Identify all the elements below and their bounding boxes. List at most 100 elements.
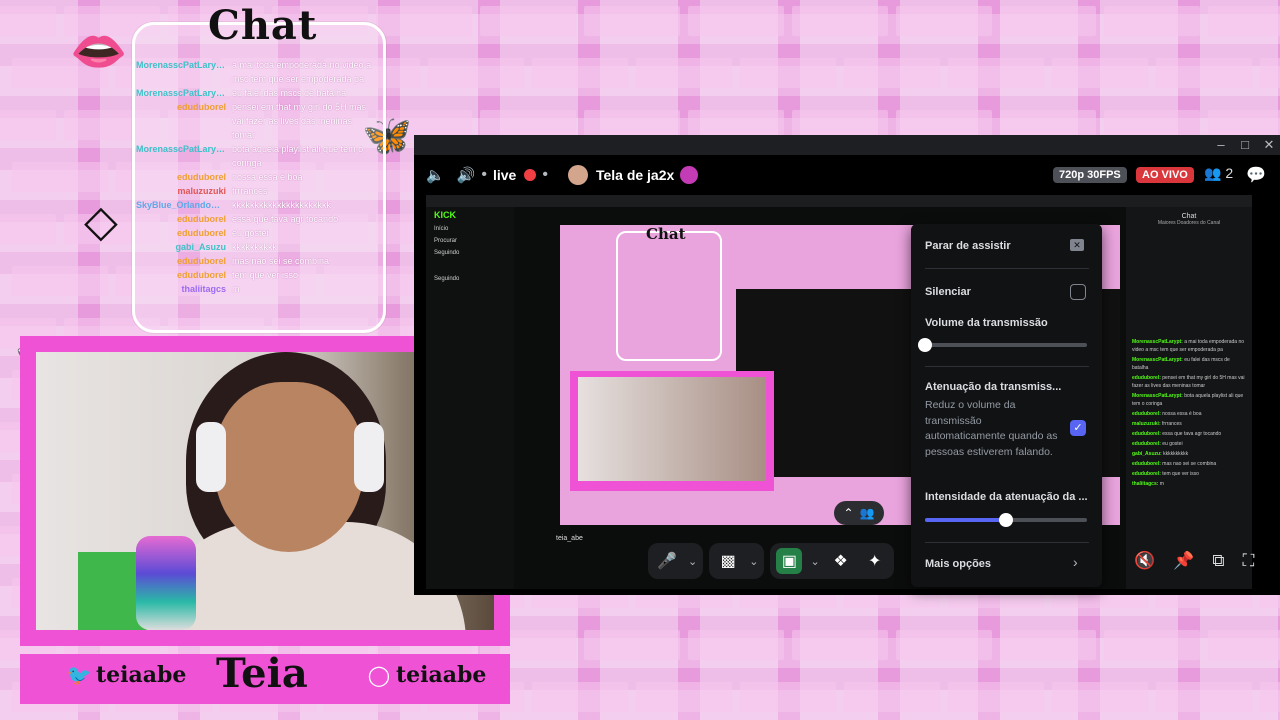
camera-off-icon[interactable]: ▩ xyxy=(715,548,741,574)
kick-chat-subtitle: Maiores Doadores do Canal xyxy=(1157,220,1221,226)
background-brick xyxy=(844,682,940,712)
chevron-down-icon[interactable]: ⌄ xyxy=(810,555,819,568)
kick-nav-home[interactable]: Início xyxy=(426,223,514,235)
chat-message-text: m xyxy=(232,284,240,294)
kick-following-header: Seguindo xyxy=(434,276,460,282)
chat-username: SkyBlue_OrlandoBlk... xyxy=(136,200,232,210)
background-brick xyxy=(636,682,732,712)
chat-message-text: frrrances xyxy=(232,186,268,196)
chat-username: eduduborel xyxy=(177,270,226,280)
chat-bubble-icon[interactable]: 💬 xyxy=(1246,165,1266,185)
expand-participants-button[interactable]: ⌃ 👥 xyxy=(834,501,884,525)
slider-fill xyxy=(925,518,1006,522)
kick-chat-text: essa que tava agr tocando xyxy=(1162,431,1222,437)
pin-icon[interactable]: 📌 xyxy=(1173,551,1194,571)
camera-control: ▩ ⌄ xyxy=(709,543,765,579)
chevron-up-icon: ⌃ xyxy=(843,506,854,520)
chat-message: MorenasscPatLarypt... bota aquela playlis… xyxy=(136,142,376,170)
divider xyxy=(925,268,1089,269)
background-brick xyxy=(1260,58,1280,88)
screen-share-icon[interactable]: ▣ xyxy=(776,548,803,574)
background-brick xyxy=(1000,630,1096,660)
kick-chat-title: Chat xyxy=(1181,213,1197,220)
volume-icon[interactable]: 🔊 xyxy=(457,166,476,184)
viewer-count[interactable]: 👥 2 xyxy=(1204,165,1233,182)
headset xyxy=(354,422,384,492)
background-brick xyxy=(532,682,628,712)
kick-chat-user: eduduborel: xyxy=(1132,471,1163,477)
divider xyxy=(925,542,1089,543)
separator-dot: • xyxy=(542,166,548,183)
quality-badge: 720p 30FPS xyxy=(1053,167,1127,183)
background-brick xyxy=(1156,682,1252,712)
kick-chat-user: eduduborel: xyxy=(1132,375,1163,381)
kick-chat-user: eduduborel: xyxy=(1132,411,1163,417)
minimize-icon[interactable]: – xyxy=(1212,137,1230,153)
headset xyxy=(196,422,226,492)
users-icon: 👥 xyxy=(859,506,875,520)
mute-item[interactable]: Silenciar xyxy=(925,286,1089,298)
kick-chat-text: m xyxy=(1159,481,1164,487)
chat-message-text: kkkkkkkkkkkkkkkkkkkkkk xyxy=(232,200,331,210)
maximize-icon[interactable]: □ xyxy=(1236,137,1254,153)
kick-chat-line: eduduborel: essa que tava agr tocando xyxy=(1126,429,1252,439)
chat-username: eduduborel xyxy=(177,256,226,266)
twitter-handle: 🐦 teiaabe xyxy=(66,662,187,688)
kick-chat-line: eduduborel: pensei em that my girl do 5H… xyxy=(1126,373,1252,391)
background-brick xyxy=(792,6,888,36)
background-brick xyxy=(584,6,680,36)
background-brick xyxy=(0,214,56,244)
kick-nav-browse[interactable]: Procurar xyxy=(426,235,514,247)
background-brick xyxy=(1104,630,1200,660)
chat-overlay-title: Chat xyxy=(208,2,318,49)
kick-nav-following[interactable]: Seguindo xyxy=(426,247,514,259)
kick-chat-user: maluzuzuki: xyxy=(1132,421,1163,427)
channel-label: live xyxy=(492,167,517,183)
kick-chat-text: eu gostei xyxy=(1162,441,1183,447)
attenuation-intensity-slider[interactable] xyxy=(925,513,1087,527)
chat-message: MorenasscPatLarypt... a mai toda empodera… xyxy=(136,58,376,86)
chat-message-text: kkkkkkkkkk xyxy=(232,242,277,252)
attenuation-checkbox[interactable]: ✓ xyxy=(1070,420,1086,436)
activities-icon[interactable]: ❖ xyxy=(828,548,854,574)
slider-handle[interactable] xyxy=(918,338,932,352)
chevron-down-icon[interactable]: ⌄ xyxy=(749,555,758,568)
mute-checkbox[interactable] xyxy=(1070,284,1086,300)
users-icon: 👥 xyxy=(1204,165,1222,181)
fullscreen-icon[interactable]: ⛶ xyxy=(1242,551,1254,571)
speaker-muted-icon[interactable]: 🔈 xyxy=(426,166,445,184)
background-brick xyxy=(584,630,680,660)
nested-chat-title: Chat xyxy=(646,225,686,243)
avatar xyxy=(567,165,588,185)
stream-volume-slider[interactable] xyxy=(918,338,1087,352)
discord-stream-window: – □ ✕ 🔈 🔊 • live • Tela de ja2x 720p 30F… xyxy=(414,135,1280,595)
nested-chat-frame xyxy=(616,231,722,361)
kick-chat-lines: MorenasscPatLarypt: a mai toda empoderad… xyxy=(1126,337,1252,489)
soundboard-icon[interactable]: ✦ xyxy=(862,548,888,574)
diamond-icon: ◇ xyxy=(84,197,118,246)
slider-handle[interactable] xyxy=(999,513,1013,527)
kick-streamer-name: teia_abe xyxy=(556,535,583,542)
close-icon[interactable]: ✕ xyxy=(1260,137,1278,153)
divider xyxy=(925,366,1089,367)
kick-chat-text: nossa essa é boa xyxy=(1162,411,1202,417)
kick-chat-line: eduduborel: mas nao sei se combina xyxy=(1126,459,1252,469)
background-brick xyxy=(376,6,472,36)
attenuation-intensity-label: Intensidade da atenuação da ... xyxy=(925,491,1088,503)
chat-username: eduduborel xyxy=(177,228,226,238)
microphone-icon[interactable]: 🎤 xyxy=(654,548,680,574)
stop-watching-item[interactable]: Parar de assistir xyxy=(925,240,1089,252)
microphone xyxy=(136,536,196,630)
kick-chat-line: MorenasscPatLarypt: bota aquela playlist… xyxy=(1126,391,1252,409)
background-brick xyxy=(948,58,1044,88)
chevron-down-icon[interactable]: ⌄ xyxy=(688,555,697,568)
more-options-item[interactable]: Mais opções xyxy=(925,558,1089,570)
deafen-icon[interactable]: 🔇 xyxy=(1134,551,1155,571)
popout-icon[interactable]: ⧉ xyxy=(1212,551,1224,571)
chat-message-text: bota aquela playlist ali que tem o corin… xyxy=(232,144,364,168)
kick-chat-user: gabi_Asuzu: xyxy=(1132,451,1164,457)
kick-chat-user: eduduborel: xyxy=(1132,461,1163,467)
stream-volume-label: Volume da transmissão xyxy=(925,317,1048,329)
chat-message-text: a mai toda empoderada no video a msc tem… xyxy=(232,60,372,84)
kick-chat-line: thaliitagcs: m xyxy=(1126,479,1252,489)
